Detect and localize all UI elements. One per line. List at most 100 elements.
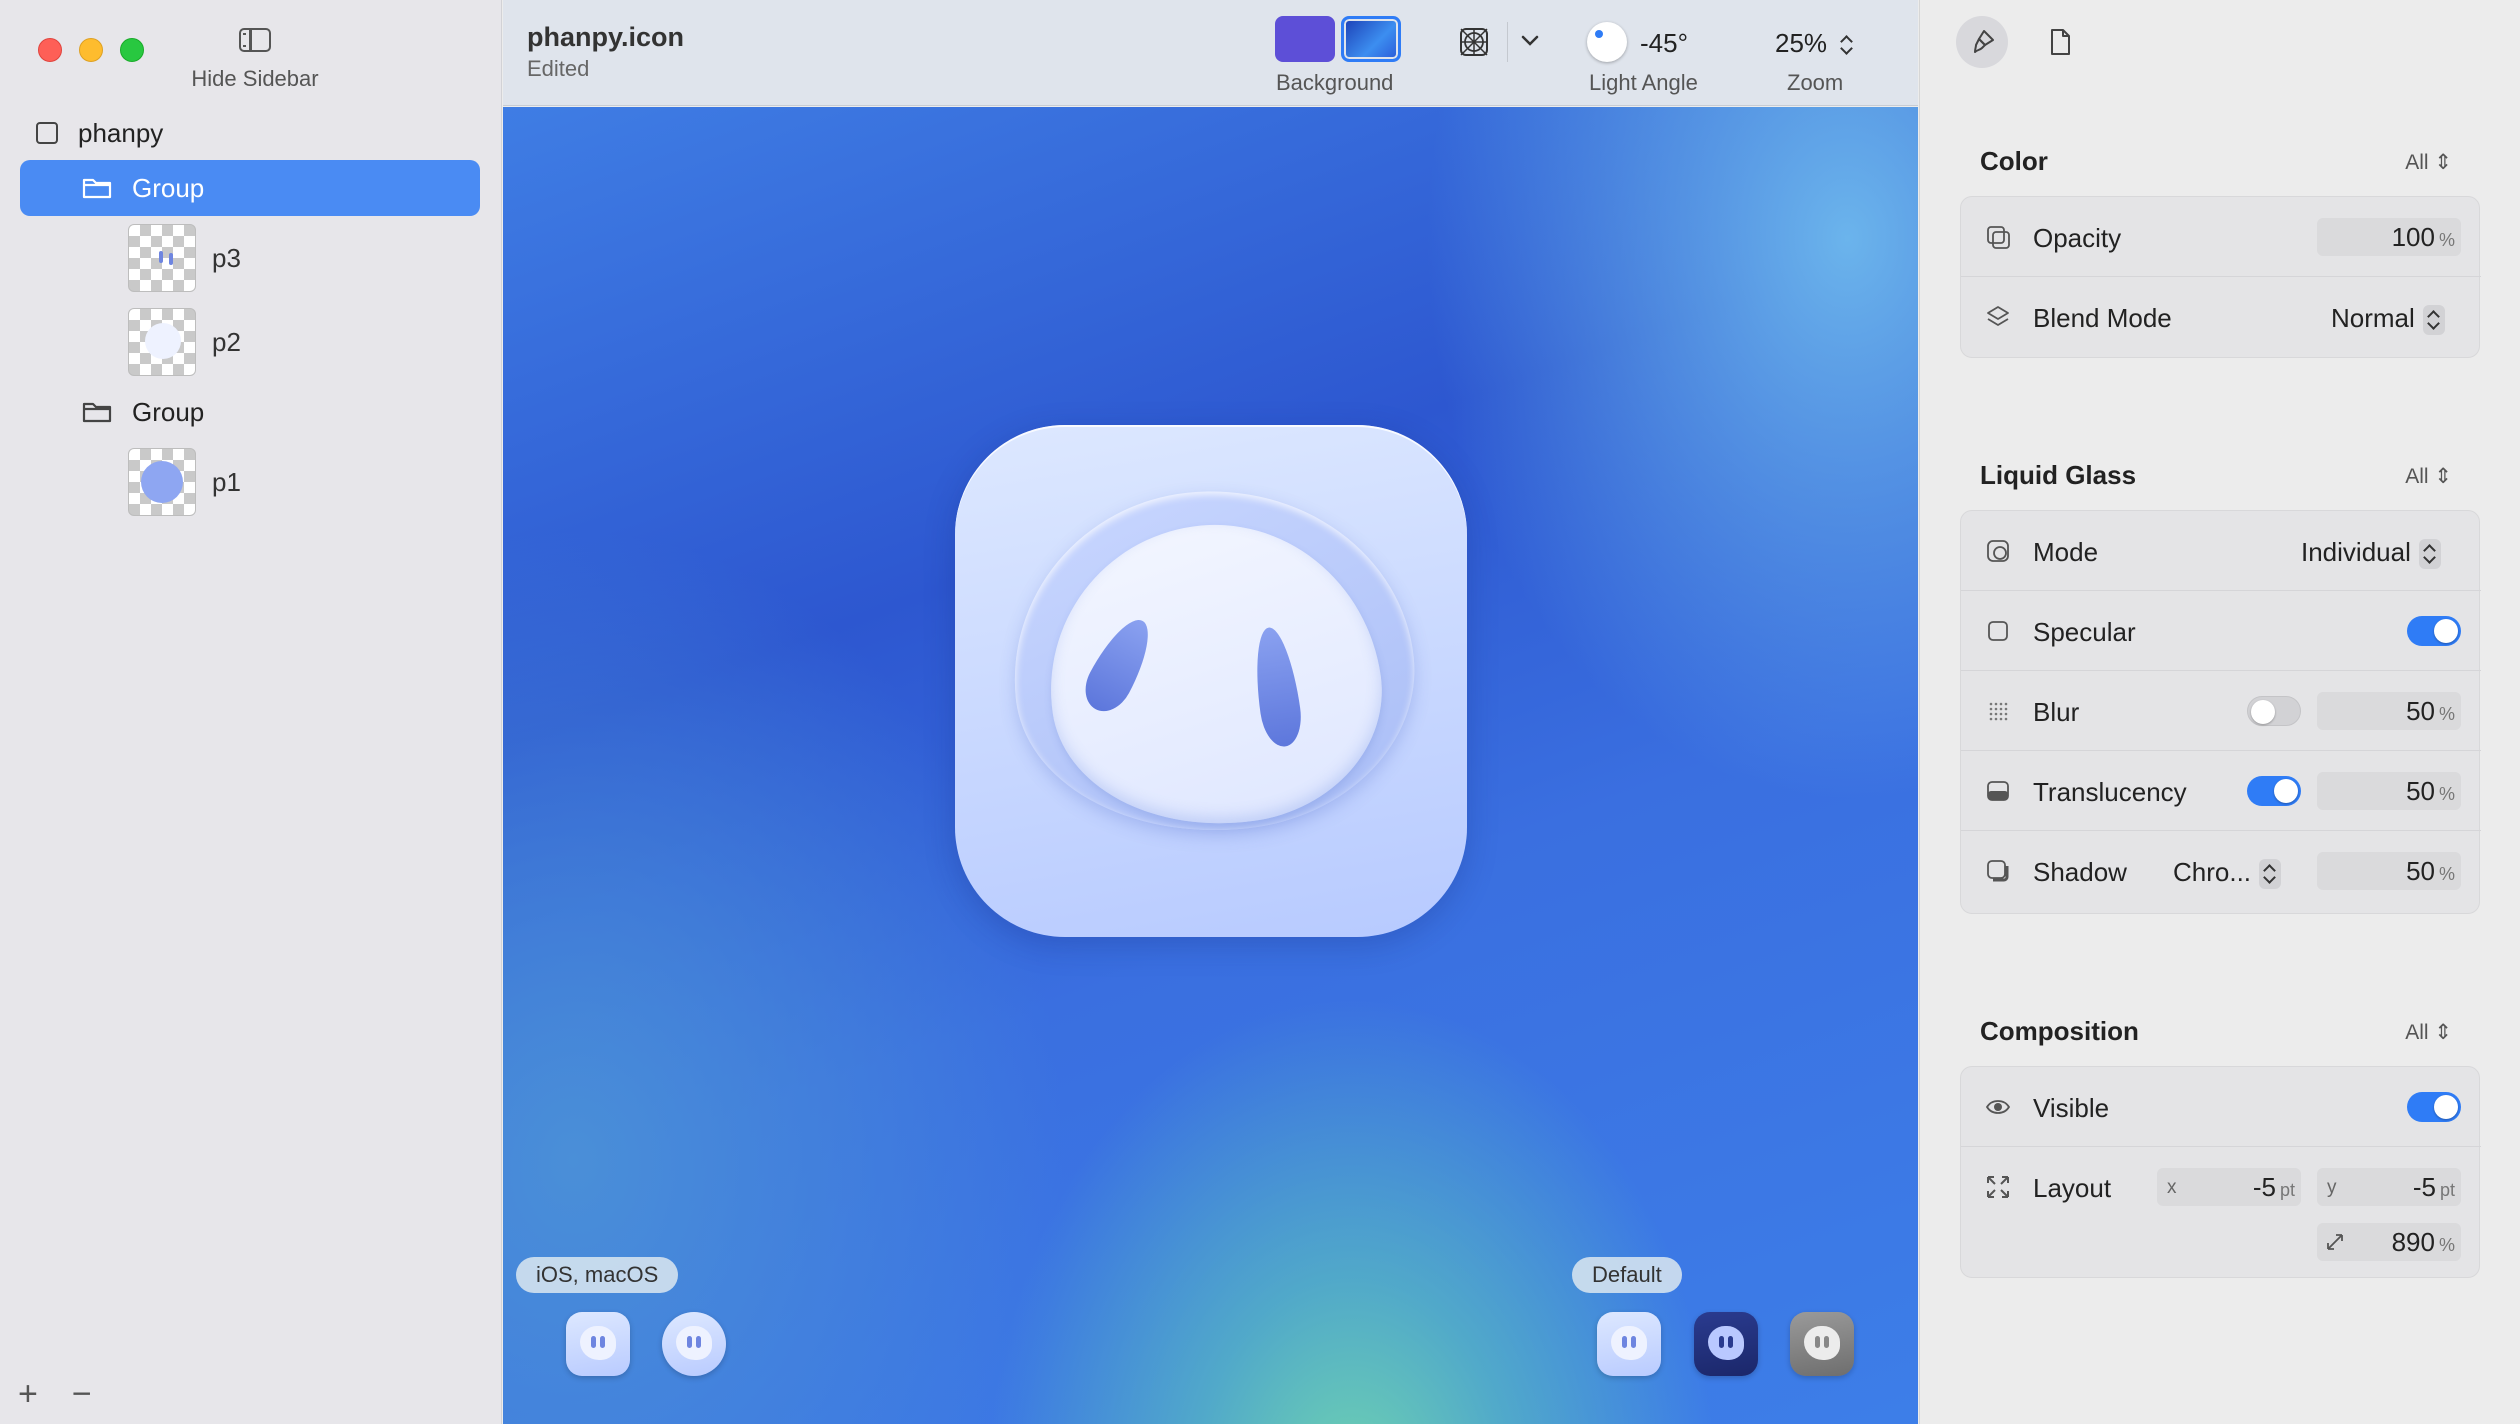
layout-label: Layout	[2033, 1173, 2112, 1203]
opacity-field[interactable]: 100%	[2317, 218, 2461, 256]
color-card: Opacity 100% Blend Mode Normal	[1960, 196, 2481, 358]
translucency-toggle[interactable]	[2247, 776, 2301, 806]
opacity-row: Opacity 100%	[1961, 197, 2481, 277]
appearance-pill[interactable]: Default	[1572, 1257, 1682, 1293]
blend-mode-popup[interactable]: Normal	[2331, 303, 2445, 336]
preview-mode-menu[interactable]	[1521, 30, 1539, 53]
color-scope-menu[interactable]: All ⇕	[2405, 150, 2452, 175]
specular-toggle[interactable]	[2407, 616, 2461, 646]
layer-item-p3[interactable]: p3	[128, 224, 241, 292]
tree-item-group-selected[interactable]: Group	[20, 160, 480, 216]
folder-icon	[82, 177, 112, 199]
eye-icon	[1985, 1100, 2011, 1114]
preview-mono-icon[interactable]	[1790, 1312, 1854, 1376]
resize-arrows-icon	[1987, 1176, 2009, 1198]
preview-mode-button[interactable]	[1458, 26, 1490, 58]
tab-document[interactable]	[2034, 16, 2086, 68]
shadow-label: Shadow	[2033, 857, 2127, 887]
tab-appearance[interactable]	[1956, 16, 2008, 68]
layer-item-p2[interactable]: p2	[128, 308, 241, 376]
zoom-label: Zoom	[1787, 70, 1844, 95]
toolbar-divider	[1507, 22, 1508, 62]
translucency-label: Translucency	[2033, 777, 2187, 807]
group-label: Group	[132, 396, 205, 427]
folder-icon	[82, 401, 112, 423]
layout-y-field[interactable]: y -5 pt	[2317, 1168, 2461, 1206]
window-controls	[38, 38, 144, 62]
blur-toggle[interactable]	[2247, 696, 2301, 726]
composition-card: Visible Layout x -5 pt y -5 pt 890%	[1960, 1066, 2481, 1279]
background-label: Background	[1276, 70, 1394, 95]
shadow-field[interactable]: 50%	[2317, 852, 2461, 890]
background-swatch-solid[interactable]	[1275, 16, 1335, 62]
liquid-glass-section-title: Liquid Glass	[1980, 460, 2137, 490]
preview-macos-icon[interactable]	[662, 1312, 726, 1376]
translucency-row: Translucency 50%	[1961, 751, 2481, 831]
sidebar: Hide Sidebar phanpy Group p3 p2 Group p1…	[0, 0, 502, 1424]
zoom-value: 25%	[1775, 28, 1828, 58]
sidebar-footer: + −	[18, 1375, 92, 1414]
app-icon-preview[interactable]	[955, 425, 1467, 937]
blend-mode-row: Blend Mode Normal	[1961, 277, 2481, 357]
add-layer-button[interactable]: +	[18, 1375, 38, 1414]
paintbrush-icon	[1974, 30, 1994, 53]
blur-row: Blur 50%	[1961, 671, 2481, 751]
mode-popup[interactable]: Individual	[2301, 537, 2441, 570]
root-label: phanpy	[78, 117, 164, 148]
document-title: phanpy.icon	[527, 22, 685, 52]
preview-dark-icon[interactable]	[1694, 1312, 1758, 1376]
preview-default-icon[interactable]	[1597, 1312, 1661, 1376]
mode-label: Mode	[2033, 537, 2099, 567]
square-icon	[36, 122, 58, 144]
inspector: Color All ⇕ Opacity 100% Blend Mode Norm…	[1919, 0, 2520, 1424]
hide-sidebar-label: Hide Sidebar	[191, 66, 319, 91]
shadow-icon	[1987, 860, 2009, 882]
translucency-icon	[1987, 781, 2009, 801]
visible-toggle[interactable]	[2407, 1092, 2461, 1122]
layout-x-field[interactable]: x -5 pt	[2157, 1168, 2301, 1206]
minimize-window-button[interactable]	[79, 38, 103, 62]
blur-label: Blur	[2033, 697, 2080, 727]
hide-sidebar-button[interactable]: Hide Sidebar	[180, 24, 330, 104]
light-angle-value[interactable]: -45°	[1640, 28, 1688, 59]
layer-thumbnail	[128, 308, 196, 376]
shadow-mode-popup[interactable]: Chro...	[2173, 857, 2282, 890]
layer-label: p3	[212, 242, 241, 273]
translucency-field[interactable]: 50%	[2317, 772, 2461, 810]
composition-scope-menu[interactable]: All ⇕	[2405, 1020, 2452, 1045]
tree-item-group[interactable]: Group	[0, 384, 502, 440]
layout-scale-field[interactable]: 890%	[2317, 1223, 2461, 1261]
layout-row: Layout x -5 pt y -5 pt 890%	[1961, 1147, 2481, 1279]
specular-label: Specular	[2033, 617, 2136, 647]
blend-mode-label: Blend Mode	[2033, 303, 2172, 333]
zoom-stepper-icon	[1836, 30, 1858, 60]
document-icon	[2051, 29, 2070, 55]
liquid-glass-scope-menu[interactable]: All ⇕	[2405, 464, 2452, 489]
layers-icon	[1987, 306, 2009, 326]
tree-item-root[interactable]: phanpy	[0, 105, 502, 161]
platform-pill[interactable]: iOS, macOS	[516, 1257, 679, 1293]
toolbar: phanpy.icon Edited Background -45° Light…	[503, 0, 1918, 106]
layer-item-p1[interactable]: p1	[128, 448, 241, 516]
remove-layer-button[interactable]: −	[72, 1375, 92, 1414]
icon-canvas[interactable]	[503, 107, 1918, 1424]
group-label: Group	[132, 172, 205, 203]
visible-label: Visible	[2033, 1093, 2110, 1123]
blur-field[interactable]: 50%	[2317, 692, 2461, 730]
shadow-row: Shadow Chro... 50%	[1961, 831, 2481, 911]
zoom-control[interactable]: 25%	[1775, 28, 1858, 60]
document-status: Edited	[527, 56, 590, 81]
layer-label: p2	[212, 326, 241, 357]
opacity-label: Opacity	[2033, 223, 2122, 253]
specular-icon	[1988, 621, 2008, 641]
zoom-window-button[interactable]	[120, 38, 144, 62]
light-angle-label: Light Angle	[1589, 70, 1698, 95]
chevron-down-icon	[1521, 35, 1539, 46]
background-swatch-gradient[interactable]	[1341, 16, 1401, 62]
preview-ios-icon[interactable]	[566, 1312, 630, 1376]
grid-globe-icon	[1460, 28, 1488, 56]
close-window-button[interactable]	[38, 38, 62, 62]
color-section-title: Color	[1980, 146, 2048, 176]
light-angle-knob[interactable]	[1587, 22, 1627, 62]
layer-thumbnail	[128, 224, 196, 292]
